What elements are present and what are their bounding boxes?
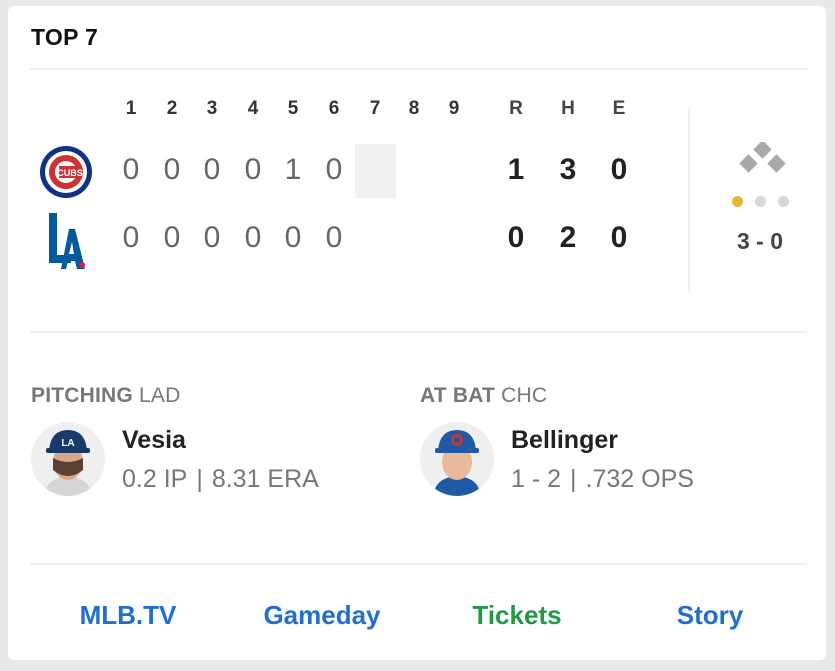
- vertical-divider: [688, 108, 690, 292]
- pitcher-ip: 0.2 IP: [122, 465, 188, 493]
- inning-status: TOP 7: [31, 24, 99, 50]
- cubs-logo-icon[interactable]: CUBS: [39, 145, 93, 204]
- tickets-link[interactable]: Tickets: [422, 600, 612, 631]
- inning-header-6: 6: [328, 98, 340, 119]
- bases-icon: [733, 140, 793, 182]
- pitching-label: PITCHING LAD: [31, 384, 180, 408]
- inning-header-1: 1: [125, 98, 137, 119]
- divider: [30, 331, 807, 333]
- pitching-label-text: PITCHING: [31, 384, 133, 407]
- ball-strike-count: 3 - 0: [736, 228, 784, 254]
- inning-header-9: 9: [448, 98, 460, 119]
- home-inning-2: 0: [163, 221, 181, 254]
- home-errors: 0: [610, 221, 628, 254]
- home-inning-1: 0: [122, 221, 140, 254]
- inning-header-4: 4: [247, 98, 259, 119]
- pitcher-avatar[interactable]: LA: [31, 422, 105, 496]
- dodgers-logo-icon[interactable]: [41, 211, 87, 276]
- batter-name[interactable]: Bellinger: [511, 426, 618, 455]
- at-bat-label-text: AT BAT: [420, 384, 496, 407]
- outs-indicator: [732, 196, 789, 207]
- home-inning-4: 0: [244, 221, 262, 254]
- away-inning-2: 0: [163, 153, 181, 186]
- pitcher-era: 8.31 ERA: [211, 465, 319, 493]
- away-inning-1: 0: [122, 153, 140, 186]
- away-inning-3: 0: [203, 153, 221, 186]
- inning-header-5: 5: [287, 98, 299, 119]
- batter-stats: 1 - 2 | .732 OPS: [511, 465, 694, 493]
- out-dot-2: [755, 196, 766, 207]
- away-inning-6: 0: [325, 153, 343, 186]
- svg-text:CUBS: CUBS: [57, 168, 83, 178]
- story-link[interactable]: Story: [615, 600, 805, 631]
- inning-header-2: 2: [166, 98, 178, 119]
- at-bat-team: CHC: [501, 384, 548, 407]
- batter-ops: .732 OPS: [585, 465, 694, 493]
- current-inning-cell: [355, 144, 396, 198]
- home-inning-6: 0: [325, 221, 343, 254]
- home-inning-3: 0: [203, 221, 221, 254]
- pitcher-name[interactable]: Vesia: [122, 426, 186, 455]
- away-inning-5: 1: [284, 153, 302, 186]
- home-hits: 2: [559, 221, 577, 254]
- out-dot-1: [732, 196, 743, 207]
- divider: [30, 68, 807, 70]
- out-dot-3: [778, 196, 789, 207]
- errors-header: E: [612, 98, 626, 119]
- home-runs: 0: [507, 221, 525, 254]
- pitcher-stats: 0.2 IP | 8.31 ERA: [122, 465, 319, 493]
- inning-header-8: 8: [408, 98, 420, 119]
- hits-header: H: [561, 98, 575, 119]
- away-errors: 0: [610, 153, 628, 186]
- pitching-team: LAD: [138, 384, 181, 407]
- at-bat-label: AT BAT CHC: [420, 384, 547, 408]
- inning-header-3: 3: [206, 98, 218, 119]
- runs-header: R: [509, 98, 523, 119]
- inning-header-7: 7: [369, 98, 381, 119]
- away-inning-4: 0: [244, 153, 262, 186]
- batter-avatar[interactable]: [420, 422, 494, 496]
- batter-hits: 1 - 2: [511, 465, 562, 493]
- mlbtv-link[interactable]: MLB.TV: [33, 600, 223, 631]
- away-runs: 1: [507, 153, 525, 186]
- home-inning-5: 0: [284, 221, 302, 254]
- svg-text:LA: LA: [61, 438, 74, 449]
- gameday-link[interactable]: Gameday: [227, 600, 417, 631]
- game-card: TOP 7 1 2 3 4 5 6 7 8 9 R H E CUBS 0 0 0: [8, 6, 826, 660]
- divider: [30, 563, 807, 565]
- away-hits: 3: [559, 153, 577, 186]
